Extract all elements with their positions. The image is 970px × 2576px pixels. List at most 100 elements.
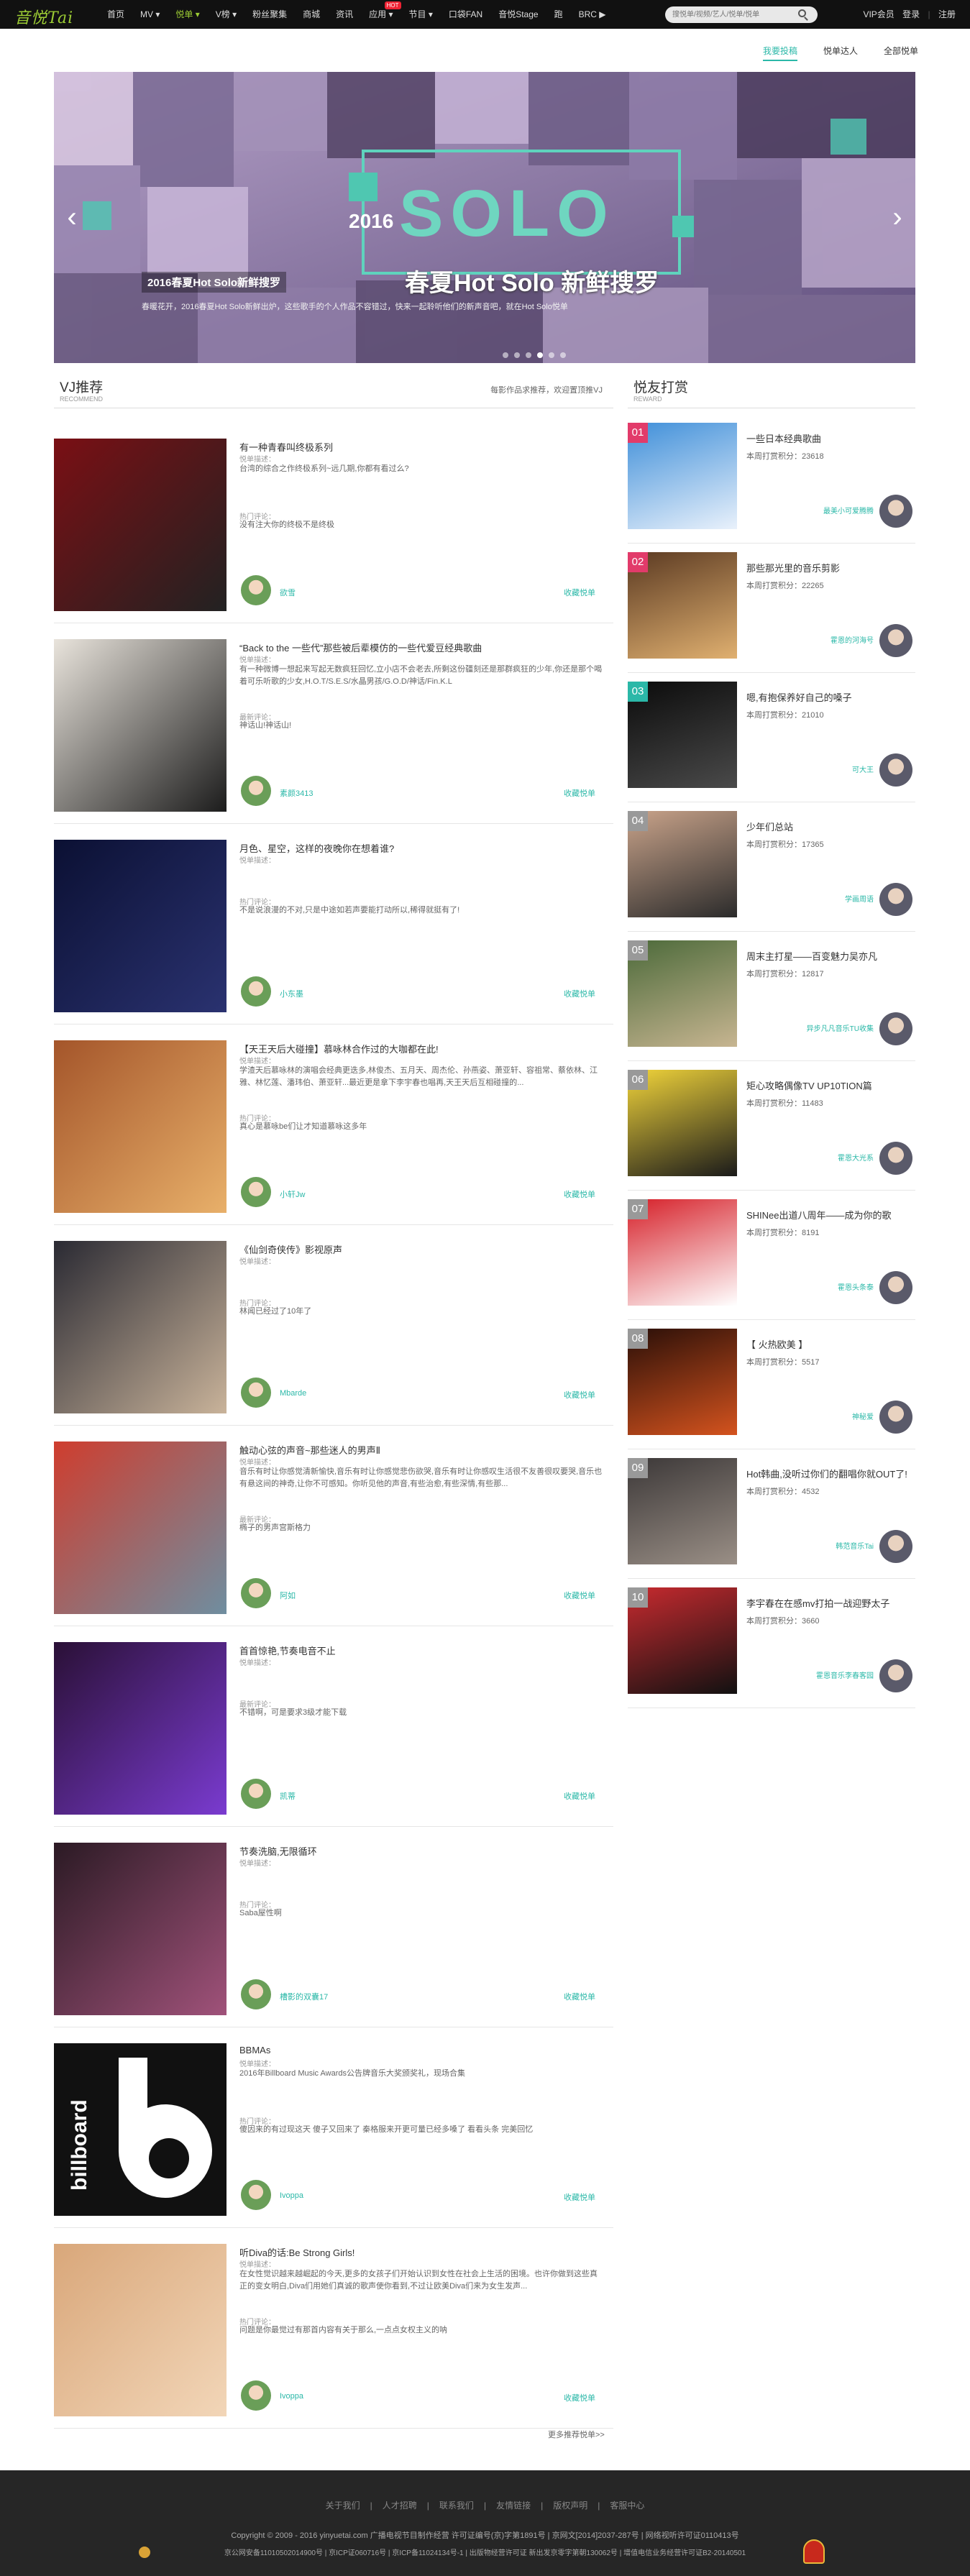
vj-username[interactable]: 欲雪 [280, 587, 296, 598]
footer-link[interactable]: 关于我们 [326, 2501, 360, 2511]
reward-card[interactable]: 04 少年们总站 本周打赏积分：17365 学画周语 [628, 802, 915, 932]
nav-item[interactable]: 首页 [99, 0, 132, 29]
avatar[interactable] [241, 1779, 271, 1809]
vj-title[interactable]: 有一种青春叫终极系列 [239, 440, 333, 454]
vj-card[interactable]: billboard BBMAs 悦单描述： 2016年Billboard Music … [54, 2027, 613, 2228]
vj-card[interactable]: 【天王天后大碰撞】慕咏林合作过的大咖都在此! 悦单描述： 学渣天后慕咏林的演唱会经典… [54, 1025, 613, 1225]
vj-title[interactable]: 节奏洗脑,无限循环 [239, 1844, 317, 1858]
avatar[interactable] [879, 1142, 912, 1175]
search-input[interactable] [665, 6, 818, 23]
reward-user[interactable]: 霍恩头条泰 [838, 1281, 874, 1292]
vj-card[interactable]: 月色、星空，这样的夜晚你在想着谁? 悦单描述： 热门评论： 不是说浪漫的不对,只是中途… [54, 824, 613, 1025]
vj-thumbnail[interactable] [54, 639, 227, 812]
vip-link[interactable]: VIP会员 [863, 9, 894, 19]
vj-title[interactable]: 听Diva的话:Be Strong Girls! [239, 2245, 354, 2259]
vj-username[interactable]: Ivoppa [280, 2191, 303, 2200]
nav-item[interactable]: 节目 ▾ [401, 0, 441, 29]
reward-thumbnail[interactable]: 03 [628, 682, 737, 788]
sub-tab[interactable]: 悦单达人 [823, 45, 858, 61]
favorite-button[interactable]: 收藏悦单 [564, 1590, 595, 1601]
reward-card[interactable]: 07 SHINee出道八周年——成为你的歌 本周打赏积分：8191 霍恩头条泰 [628, 1191, 915, 1320]
banner-dot[interactable] [526, 352, 531, 358]
banner-dot[interactable] [549, 352, 554, 358]
avatar[interactable] [241, 2380, 271, 2411]
nav-item[interactable]: 口袋FAN [441, 0, 490, 29]
vj-thumbnail[interactable] [54, 1642, 227, 1815]
vj-title[interactable]: 触动心弦的声音~那些迷人的男声Ⅱ [239, 1443, 380, 1457]
favorite-button[interactable]: 收藏悦单 [564, 787, 595, 799]
footer-link[interactable]: 人才招聘 [383, 2501, 417, 2511]
avatar[interactable] [879, 624, 912, 657]
reward-thumbnail[interactable]: 02 [628, 552, 737, 659]
sub-tab[interactable]: 我要投稿 [762, 45, 797, 61]
avatar[interactable] [879, 1530, 912, 1563]
reward-title[interactable]: 一些日本经典歌曲 [746, 430, 910, 449]
nav-item[interactable]: V榜 ▾ [208, 0, 244, 29]
banner-caption[interactable]: 2016春夏Hot Solo新鲜搜罗 [142, 272, 287, 293]
reward-user[interactable]: 神秘爱 [852, 1411, 874, 1421]
nav-item[interactable]: 粉丝聚集 [244, 0, 295, 29]
avatar[interactable] [879, 1659, 912, 1692]
avatar[interactable] [879, 883, 912, 916]
nav-item[interactable]: 应用 ▾ HOT [361, 0, 401, 29]
more-link[interactable]: 更多推荐悦单>> [548, 2429, 605, 2440]
reward-title[interactable]: 李宇春在在感mv打拍一战迎野太子 [746, 1595, 910, 1613]
reward-title[interactable]: 周末主打星——百变魅力吴亦凡 [746, 948, 910, 966]
vj-card[interactable]: “Back to the 一些代”那些被后辈模仿的一些代爱豆经典歌曲 悦单描述：有… [54, 623, 613, 824]
reward-user[interactable]: 霍恩音乐李春客园 [816, 1669, 874, 1680]
reward-user[interactable]: 霍恩大光系 [838, 1152, 874, 1163]
avatar[interactable] [879, 1271, 912, 1304]
vj-thumbnail[interactable]: billboard [54, 2043, 227, 2216]
reward-user[interactable]: 可大王 [852, 764, 874, 774]
vj-username[interactable]: 素颜3413 [280, 787, 313, 799]
nav-item[interactable]: 商城 [295, 0, 328, 29]
nav-item[interactable]: BRC ▶ [571, 0, 614, 29]
vj-title[interactable]: BBMAs [239, 2045, 270, 2055]
vj-card[interactable]: 听Diva的话:Be Strong Girls! 悦单描述： 在女性觉识越来越崛起的… [54, 2228, 613, 2429]
vj-card[interactable]: 有一种青春叫终极系列 悦单描述： 台湾的综合之作终极系列~远几期,你都有看过么? 热门… [54, 423, 613, 623]
vj-thumbnail[interactable] [54, 840, 227, 1012]
avatar[interactable] [879, 753, 912, 787]
nav-item[interactable]: 悦单 ▾ [168, 0, 207, 29]
favorite-button[interactable]: 收藏悦单 [564, 1991, 595, 2002]
vj-thumbnail[interactable] [54, 1040, 227, 1213]
vj-username[interactable]: 槽影的双囊17 [280, 1991, 328, 2002]
footer-link[interactable]: 联系我们 [439, 2501, 474, 2511]
avatar[interactable] [879, 1012, 912, 1045]
avatar[interactable] [241, 1177, 271, 1207]
vj-thumbnail[interactable] [54, 1241, 227, 1413]
favorite-button[interactable]: 收藏悦单 [564, 1188, 595, 1200]
search-icon[interactable] [798, 9, 806, 17]
favorite-button[interactable]: 收藏悦单 [564, 1790, 595, 1802]
banner-next-icon[interactable]: › [887, 203, 908, 232]
vj-thumbnail[interactable] [54, 439, 227, 611]
reward-user[interactable]: 韩范音乐Tai [836, 1540, 874, 1551]
reward-thumbnail[interactable]: 10 [628, 1587, 737, 1694]
reward-title[interactable]: 那些那光里的音乐剪影 [746, 559, 910, 578]
footer-link[interactable]: 版权声明 [553, 2501, 587, 2511]
reward-user[interactable]: 最美小可爱腾腾 [823, 505, 874, 515]
reward-user[interactable]: 霍恩的河海号 [831, 634, 874, 645]
reward-card[interactable]: 02 那些那光里的音乐剪影 本周打赏积分：22265 霍恩的河海号 [628, 544, 915, 673]
reward-title[interactable]: 少年们总站 [746, 818, 910, 837]
reward-thumbnail[interactable]: 06 [628, 1070, 737, 1176]
avatar[interactable] [241, 976, 271, 1007]
vj-title[interactable]: 首首惊艳,节奏电音不止 [239, 1644, 336, 1657]
reward-title[interactable]: SHINee出道八周年——成为你的歌 [746, 1206, 910, 1225]
reward-title[interactable]: 嗯,有抱保养好自己的嗓子 [746, 689, 910, 707]
reward-thumbnail[interactable]: 07 [628, 1199, 737, 1306]
banner-dot[interactable] [514, 352, 520, 358]
vj-card[interactable]: 《仙剑奇侠传》影视原声 悦单描述： 热门评论： 林闻已经过了10年了 Mbarde 收藏悦… [54, 1225, 613, 1426]
reward-card[interactable]: 09 Hot韩曲,没听过你们的翻唱你就OUT了! 本周打赏积分：4532 韩范音乐Ta… [628, 1449, 915, 1579]
reward-thumbnail[interactable]: 09 [628, 1458, 737, 1564]
reward-thumbnail[interactable]: 08 [628, 1329, 737, 1435]
vj-title[interactable]: “Back to the 一些代”那些被后辈模仿的一些代爱豆经典歌曲 [239, 641, 482, 654]
favorite-button[interactable]: 收藏悦单 [564, 587, 595, 598]
reward-card[interactable]: 08 【 火热欧美 】本周打赏积分：5517 神秘爱 [628, 1320, 915, 1449]
banner-prev-icon[interactable]: ‹ [61, 203, 83, 232]
vj-username[interactable]: 小轩Jw [280, 1188, 305, 1200]
vj-username[interactable]: 小东墨 [280, 988, 303, 999]
nav-item[interactable]: MV ▾ [132, 0, 168, 29]
footer-link[interactable]: 客服中心 [610, 2501, 644, 2511]
vj-card[interactable]: 节奏洗脑,无限循环 悦单描述： 热门评论： Saba屋性啊 槽影的双囊17 收藏悦单 [54, 1827, 613, 2027]
